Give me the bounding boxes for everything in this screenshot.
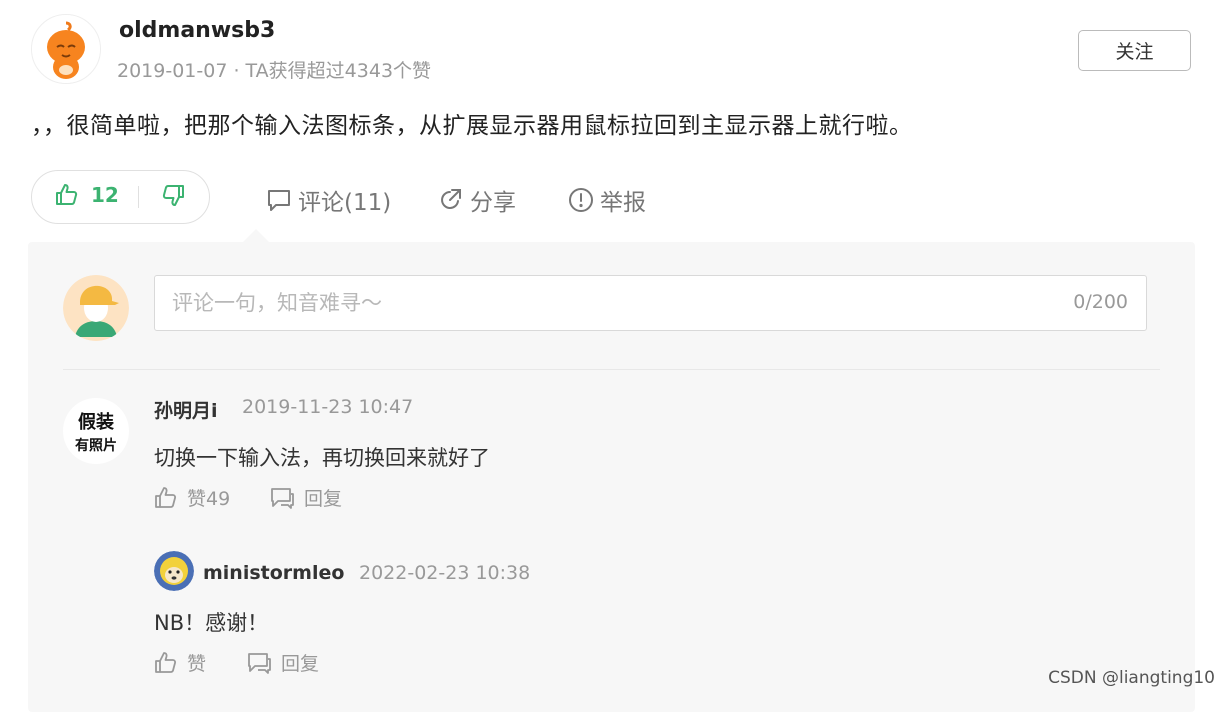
comment-bubble-icon [266,187,292,213]
author-avatar[interactable] [31,14,101,84]
comment-action[interactable]: 评论(11) [266,183,391,217]
reply-icon [246,651,272,675]
share-action[interactable]: 分享 [438,183,516,217]
reply-like-button[interactable]: 赞 [154,649,206,676]
post-date: 2019-01-07 [117,60,228,82]
comment-text: 切换一下输入法，再切换回来就好了 [154,446,490,470]
reply-icon [269,486,295,510]
reply-author[interactable]: ministormleo [203,562,344,584]
post-meta: 2019-01-07 · TA获得超过4343个赞 [117,56,431,83]
reply-reply-button[interactable]: 回复 [246,649,319,676]
watermark: CSDN @liangting10 [1048,668,1215,688]
comment-input-box[interactable]: 0/200 [154,275,1147,331]
vote-separator [138,186,139,208]
panel-pointer [243,229,269,242]
answer-content: ，，很简单啦，把那个输入法图标条，从扩展显示器用鼠标拉回到主显示器上就行啦。 [31,113,913,139]
avatar-text-line2: 有照片 [75,437,117,454]
follow-button[interactable]: 关注 [1078,30,1191,71]
thumbs-down-icon [161,183,185,207]
reply-avatar[interactable] [154,551,194,591]
char-count: 0/200 [1073,291,1128,313]
meta-separator: · [227,60,246,82]
alert-circle-icon [568,187,594,213]
avatar-text-line1: 假装 [78,411,114,433]
comment-like-button[interactable]: 赞49 [154,484,230,511]
comment-avatar[interactable]: 假装 有照片 [63,398,129,464]
current-user-avatar [63,275,129,341]
thumbs-up-icon [154,486,178,510]
share-icon [438,187,464,213]
comment-input[interactable] [155,276,1052,330]
share-label: 分享 [470,190,516,216]
comment-like-label: 赞49 [187,488,231,510]
report-action[interactable]: 举报 [568,183,646,217]
comment-label: 评论(11) [298,190,392,216]
thumbs-up-icon [55,183,79,207]
comment-author[interactable]: 孙明月i [154,396,218,423]
comment-time: 2019-11-23 10:47 [242,396,414,418]
reply-like-label: 赞 [187,653,207,675]
reply-time: 2022-02-23 10:38 [359,562,531,584]
report-label: 举报 [600,190,646,216]
comment-reply-button[interactable]: 回复 [269,484,342,511]
likes-received: TA获得超过4343个赞 [245,60,432,82]
downvote-button[interactable] [161,183,185,207]
author-name[interactable]: oldmanwsb3 [119,18,275,43]
reply-text: NB！感谢！ [154,611,269,635]
thumbs-up-icon [154,651,178,675]
comment-reply-label: 回复 [304,488,343,510]
comment-divider [63,369,1160,370]
upvote-count: 12 [91,183,119,207]
upvote-button[interactable]: 12 [55,183,119,207]
reply-reply-label: 回复 [281,653,320,675]
